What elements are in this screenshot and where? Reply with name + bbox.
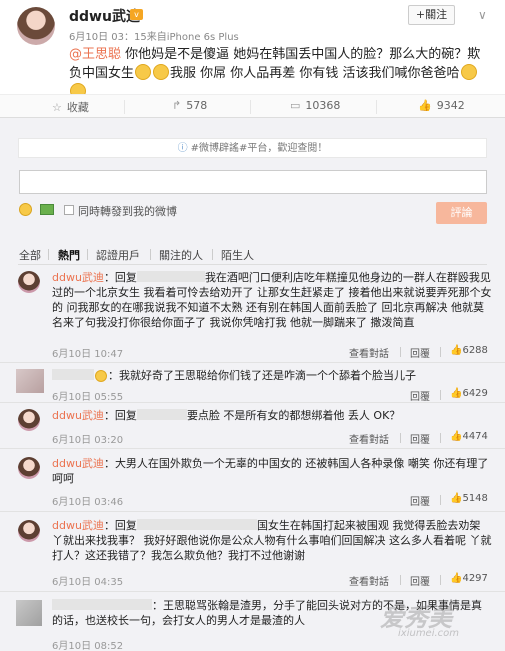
comment-time: 6月10日 03:46 (52, 497, 124, 508)
image-upload-icon[interactable] (40, 204, 54, 215)
thumbs-up-icon: 👍 (450, 431, 463, 442)
follow-button[interactable]: +關注 (408, 5, 455, 25)
post-text-part2: 我服 你屌 你人品再差 你有钱 活该我们喊你爸爸哈 (170, 66, 460, 81)
submit-comment-button[interactable]: 評論 (436, 202, 487, 224)
repost-icon: ↱ (172, 99, 182, 112)
info-icon: ⓘ (177, 143, 188, 154)
separator (440, 575, 441, 585)
comment-text: ddwu武迪：回复 要点脸 不是所有女的都想绑着他 丢人 OK？ (52, 409, 401, 422)
filter-tab-all[interactable]: 全部 (19, 247, 41, 263)
comment-like-button[interactable]: 👍4474 (450, 431, 488, 442)
reply-link[interactable]: 回覆 (410, 573, 430, 588)
comment-item: ：我就好奇了王思聪给你们钱了还是咋滴一个个舔着个脸当儿子 6月10日 05:55… (0, 363, 505, 403)
filter-separator (150, 249, 151, 260)
comment-text: ddwu武迪：回复 我在酒吧门口便利店吃年糕撞见他身边的一群人在群殴我见过的一个北… (52, 271, 492, 329)
reply-link[interactable]: 回覆 (410, 388, 430, 403)
redacted-mention (136, 409, 187, 420)
filter-separator (87, 249, 88, 260)
comment-button[interactable]: ▭ 10368 (290, 99, 340, 112)
comment-avatar[interactable] (18, 457, 40, 479)
comment-time: 6月10日 08:52 (52, 641, 124, 651)
comment-item: ddwu武迪：回复 国女生在韩国打起来被围观 我觉得丢脸去劝架 丫就出来找我事？ … (0, 512, 505, 592)
redacted-username (52, 599, 152, 610)
watermark-url: ixiumei.com (398, 628, 460, 639)
rumor-notice[interactable]: ⓘ #微博辟謠#平台，歡迎查閱！ (18, 138, 487, 158)
comment-like-button[interactable]: 👍6429 (450, 388, 488, 399)
grin-emoji-icon (460, 64, 477, 80)
comment-filter-bar: 全部 熱門 認證用戶 關注的人 陌生人 (0, 247, 505, 263)
emoji-picker-icon[interactable] (19, 203, 32, 216)
weibo-post: ddwu武迪 v 6月10日 03：15来自iPhone 6s Plus +關注… (0, 0, 505, 99)
thumbs-up-icon: 👍 (450, 345, 463, 356)
post-action-bar: ☆ 收藏 ↱ 578 ▭ 10368 👍 9342 (0, 94, 505, 118)
grin-emoji-icon (153, 64, 170, 80)
comment-text: ddwu武迪：回复 国女生在韩国打起来被围观 我觉得丢脸去劝架 丫就出来找我事？ … (52, 519, 492, 562)
separator (440, 495, 441, 505)
comment-like-button[interactable]: 👍5148 (450, 493, 488, 504)
view-conversation-link[interactable]: 查看對話 (349, 573, 389, 588)
thumbs-up-icon: 👍 (450, 493, 463, 504)
redacted-mention (136, 519, 257, 530)
comment-avatar[interactable] (18, 520, 40, 542)
star-icon: ☆ (52, 101, 62, 114)
reply-link[interactable]: 回覆 (410, 431, 430, 446)
comment-time: 6月10日 04:35 (52, 577, 124, 588)
comment-avatar[interactable] (16, 369, 44, 393)
collect-button[interactable]: ☆ 收藏 (52, 99, 89, 115)
thumbs-up-icon: 👍 (450, 388, 463, 399)
comment-like-button[interactable]: 👍6288 (450, 345, 488, 356)
post-meta: 6月10日 03：15来自iPhone 6s Plus (69, 32, 239, 43)
thumbs-up-icon: 👍 (450, 573, 463, 584)
comment-time: 6月10日 05:55 (52, 392, 124, 403)
separator (440, 433, 441, 443)
filter-separator (212, 249, 213, 260)
comment-text: ：我就好奇了王思聪给你们钱了还是咋滴一个个舔着个脸当儿子 (52, 368, 492, 383)
comment-item: ddwu武迪：回复 要点脸 不是所有女的都想绑着他 丢人 OK？ 6月10日 03… (0, 403, 505, 449)
comment-like-button[interactable]: 👍4297 (450, 573, 488, 584)
author-avatar[interactable] (17, 7, 55, 45)
view-conversation-link[interactable]: 查看對話 (349, 345, 389, 360)
grin-emoji-icon (135, 64, 152, 80)
action-separator (250, 100, 251, 114)
thumbs-up-icon: 👍 (418, 99, 432, 112)
filter-tab-following[interactable]: 關注的人 (159, 247, 203, 263)
separator (400, 347, 401, 357)
comment-time: 6月10日 10:47 (52, 349, 124, 360)
emoji-icon (95, 370, 107, 382)
filter-separator (48, 249, 49, 260)
repost-checkbox-label: 同時轉發到我的微博 (78, 205, 177, 218)
comment-input[interactable] (19, 170, 487, 194)
comment-avatar[interactable] (18, 409, 40, 431)
view-conversation-link[interactable]: 查看對話 (349, 431, 389, 446)
repost-checkbox[interactable] (64, 205, 74, 215)
separator (400, 433, 401, 443)
separator (400, 575, 401, 585)
separator (440, 347, 441, 357)
comment-time: 6月10日 03:20 (52, 435, 124, 446)
mention-link[interactable]: @王思聪 (69, 47, 121, 62)
comment-icon: ▭ (290, 99, 301, 112)
filter-tab-hot[interactable]: 熱門 (58, 247, 80, 263)
filter-tab-verified[interactable]: 認證用戶 (96, 247, 140, 263)
reply-link[interactable]: 回覆 (410, 345, 430, 360)
comment-text: ddwu武迪：大男人在国外欺负一个无辜的中国女的 还被韩国人各种录像 嘲笑 你还… (52, 457, 489, 485)
comment-item: ddwu武迪：回复 我在酒吧门口便利店吃年糕撞见他身边的一群人在群殴我见过的一个北… (0, 265, 505, 363)
comment-avatar[interactable] (18, 271, 40, 293)
repost-button[interactable]: ↱ 578 (172, 99, 207, 112)
reply-link[interactable]: 回覆 (410, 493, 430, 508)
vip-badge: v (130, 9, 143, 20)
chevron-down-icon[interactable]: ∨ (478, 8, 487, 22)
comment-item: ddwu武迪：大男人在国外欺负一个无辜的中国女的 还被韩国人各种录像 嘲笑 你还… (0, 449, 505, 512)
separator (440, 390, 441, 400)
comment-avatar[interactable] (16, 600, 42, 626)
redacted-username (52, 369, 94, 380)
like-button[interactable]: 👍 9342 (418, 99, 465, 112)
action-separator (124, 100, 125, 114)
action-separator (376, 100, 377, 114)
redacted-mention (136, 271, 205, 282)
filter-tab-strangers[interactable]: 陌生人 (221, 247, 254, 263)
